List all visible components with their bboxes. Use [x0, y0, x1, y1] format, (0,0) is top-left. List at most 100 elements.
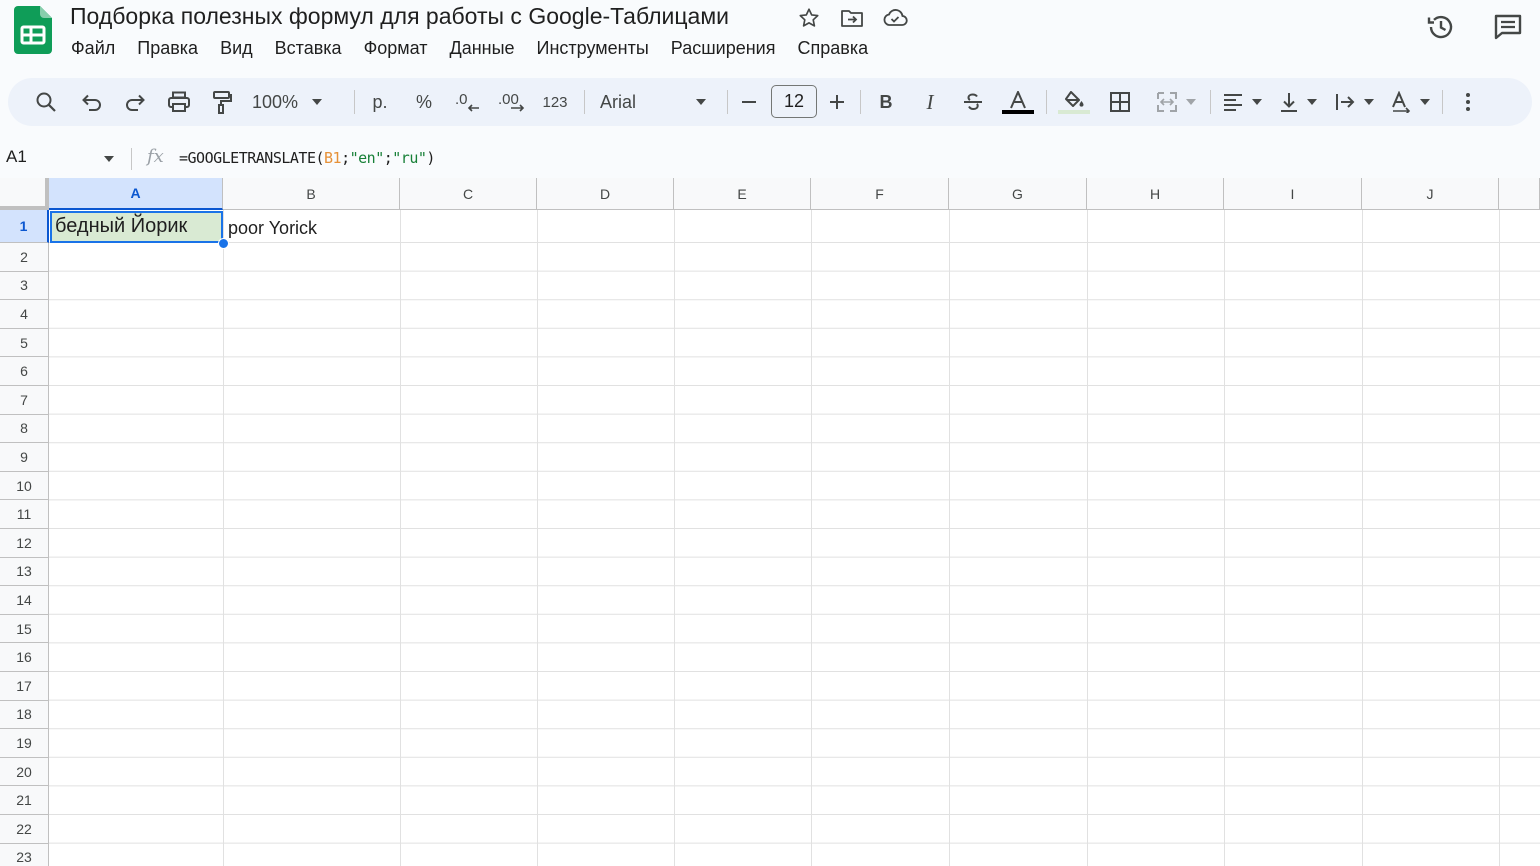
currency-format-button[interactable]: р.: [366, 86, 394, 118]
fill-color-icon[interactable]: [1056, 86, 1092, 118]
row-header-6[interactable]: 6: [0, 357, 49, 386]
chevron-down-icon[interactable]: [104, 156, 114, 162]
menu-tools[interactable]: Инструменты: [526, 36, 660, 61]
fill-handle[interactable]: [218, 238, 229, 249]
svg-text:.0: .0: [455, 91, 468, 108]
row-header-12[interactable]: 12: [0, 529, 49, 558]
bold-label: B: [879, 91, 893, 112]
borders-icon[interactable]: [1106, 86, 1134, 118]
row-header-18[interactable]: 18: [0, 700, 49, 730]
undo-icon[interactable]: [78, 86, 106, 118]
menu-insert[interactable]: Вставка: [264, 36, 353, 61]
column-header-c[interactable]: C: [400, 178, 537, 210]
menu-edit[interactable]: Правка: [126, 36, 209, 61]
print-icon[interactable]: [165, 86, 193, 118]
select-all-corner[interactable]: [0, 178, 49, 210]
cell-a1[interactable]: бедный Йорик: [50, 211, 223, 243]
row-header-17[interactable]: 17: [0, 672, 49, 701]
redo-icon[interactable]: [121, 86, 149, 118]
column-header-i[interactable]: I: [1224, 178, 1362, 210]
formula-function: =GOOGLETRANSLATE(: [179, 149, 325, 167]
font-size-input[interactable]: 12: [771, 85, 817, 118]
column-header-a[interactable]: A: [49, 178, 223, 210]
percent-label: %: [415, 91, 432, 112]
row-header-2[interactable]: 2: [0, 243, 49, 272]
row-header-13[interactable]: 13: [0, 557, 49, 587]
menu-help[interactable]: Справка: [786, 36, 879, 61]
bold-button[interactable]: B: [872, 86, 900, 118]
row-header-4[interactable]: 4: [0, 300, 49, 329]
toolbar-divider: [1442, 90, 1443, 114]
decrease-decimal-icon[interactable]: .0: [453, 86, 483, 118]
text-wrapping-icon[interactable]: [1332, 86, 1376, 118]
vertical-align-icon[interactable]: [1276, 86, 1320, 118]
italic-button[interactable]: I: [916, 86, 944, 118]
toolbar-divider: [584, 90, 585, 114]
row-header-5[interactable]: 5: [0, 328, 49, 358]
row-header-20[interactable]: 20: [0, 757, 49, 787]
menu-extensions[interactable]: Расширения: [660, 36, 787, 61]
merge-cells-icon[interactable]: [1150, 86, 1202, 118]
column-header-b[interactable]: B: [223, 178, 400, 210]
row-header-8[interactable]: 8: [0, 414, 49, 444]
increase-decimal-icon[interactable]: .00: [496, 86, 528, 118]
search-menus-icon[interactable]: [32, 86, 60, 118]
cloud-saved-icon[interactable]: [882, 5, 908, 31]
toolbar: 100% р. % .0 .00 123 Arial 12 B I: [8, 78, 1532, 126]
row-header-7[interactable]: 7: [0, 386, 49, 415]
row-header-16[interactable]: 16: [0, 643, 49, 672]
column-header-partial[interactable]: [1499, 178, 1540, 210]
decrease-font-size-icon[interactable]: [736, 86, 762, 118]
column-header-j[interactable]: J: [1362, 178, 1499, 210]
percent-format-button[interactable]: %: [410, 86, 438, 118]
sheets-logo-icon[interactable]: [14, 6, 52, 54]
column-header-h[interactable]: H: [1087, 178, 1224, 210]
comments-icon[interactable]: [1491, 10, 1525, 44]
document-title[interactable]: Подборка полезных формул для работы с Go…: [70, 3, 729, 30]
menu-file[interactable]: Файл: [60, 36, 126, 61]
formula-input[interactable]: =GOOGLETRANSLATE(B1;"en";"ru"): [179, 149, 435, 167]
more-formats-button[interactable]: 123: [540, 86, 570, 118]
row-header-19[interactable]: 19: [0, 729, 49, 758]
row-header-23[interactable]: 23: [0, 843, 49, 866]
name-box[interactable]: A1: [6, 147, 27, 167]
column-header-d[interactable]: D: [537, 178, 674, 210]
menu-data[interactable]: Данные: [439, 36, 526, 61]
row-header-11[interactable]: 11: [0, 500, 49, 529]
zoom-select[interactable]: 100%: [252, 86, 340, 118]
row-header-3[interactable]: 3: [0, 271, 49, 301]
column-header-e[interactable]: E: [674, 178, 811, 210]
chevron-down-icon: [1186, 99, 1196, 105]
row-header-21[interactable]: 21: [0, 786, 49, 815]
row-header-10[interactable]: 10: [0, 471, 49, 501]
font-family-select[interactable]: Arial: [600, 86, 710, 118]
cell-b1[interactable]: poor Yorick: [228, 218, 317, 239]
formula-string-arg: "en": [349, 149, 385, 167]
column-header-g[interactable]: G: [949, 178, 1087, 210]
menu-format[interactable]: Формат: [353, 36, 439, 61]
toolbar-divider: [354, 90, 355, 114]
chevron-down-icon: [696, 99, 706, 105]
row-header-22[interactable]: 22: [0, 815, 49, 844]
paint-format-icon[interactable]: [208, 86, 236, 118]
row-header-1[interactable]: 1: [0, 210, 49, 243]
formula-separator: ;: [341, 149, 350, 167]
version-history-icon[interactable]: [1424, 10, 1458, 44]
row-header-14[interactable]: 14: [0, 586, 49, 615]
spreadsheet-grid[interactable]: бедный Йорик poor Yorick ABCDEFGHIJ12345…: [0, 178, 1540, 866]
text-rotation-icon[interactable]: [1388, 86, 1432, 118]
chevron-down-icon: [1252, 99, 1262, 105]
row-header-15[interactable]: 15: [0, 614, 49, 644]
increase-font-size-icon[interactable]: [824, 86, 850, 118]
row-header-9[interactable]: 9: [0, 443, 49, 472]
strikethrough-icon[interactable]: [959, 86, 987, 118]
menu-view[interactable]: Вид: [209, 36, 264, 61]
zoom-value: 100%: [252, 91, 299, 112]
column-header-f[interactable]: F: [811, 178, 949, 210]
more-options-icon[interactable]: [1454, 86, 1482, 118]
text-color-icon[interactable]: [1000, 86, 1036, 118]
star-icon[interactable]: [796, 5, 822, 31]
horizontal-align-icon[interactable]: [1220, 86, 1264, 118]
move-to-folder-icon[interactable]: [839, 5, 865, 31]
formula-cell-ref: B1: [324, 149, 342, 167]
